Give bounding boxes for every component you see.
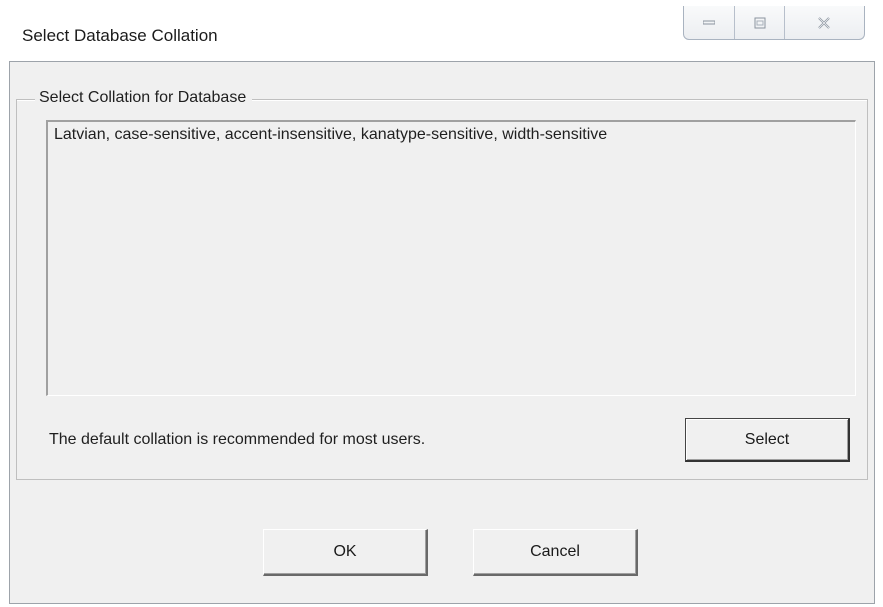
minimize-icon bbox=[703, 20, 716, 26]
cancel-button[interactable]: Cancel bbox=[473, 529, 638, 576]
collation-groupbox: Select Collation for Database Latvian, c… bbox=[16, 89, 868, 480]
caption-buttons bbox=[683, 6, 865, 40]
dialog-client-area: Select Collation for Database Latvian, c… bbox=[9, 61, 875, 604]
list-item[interactable]: Latvian, case-sensitive, accent-insensit… bbox=[54, 126, 607, 144]
ok-button[interactable]: OK bbox=[263, 529, 428, 576]
close-button[interactable] bbox=[785, 6, 864, 39]
groupbox-legend: Select Collation for Database bbox=[35, 89, 253, 107]
select-button[interactable]: Select bbox=[685, 418, 850, 462]
minimize-button[interactable] bbox=[684, 6, 736, 39]
maximize-button[interactable] bbox=[735, 6, 785, 39]
recommendation-text: The default collation is recommended for… bbox=[49, 431, 426, 448]
window-title: Select Database Collation bbox=[22, 26, 218, 45]
dialog-window: Select Database Collation Select Collati… bbox=[0, 0, 883, 607]
maximize-icon bbox=[754, 17, 766, 29]
title-bar[interactable]: Select Database Collation bbox=[0, 0, 883, 62]
collation-listbox[interactable]: Latvian, case-sensitive, accent-insensit… bbox=[46, 120, 856, 396]
close-icon bbox=[818, 16, 831, 29]
